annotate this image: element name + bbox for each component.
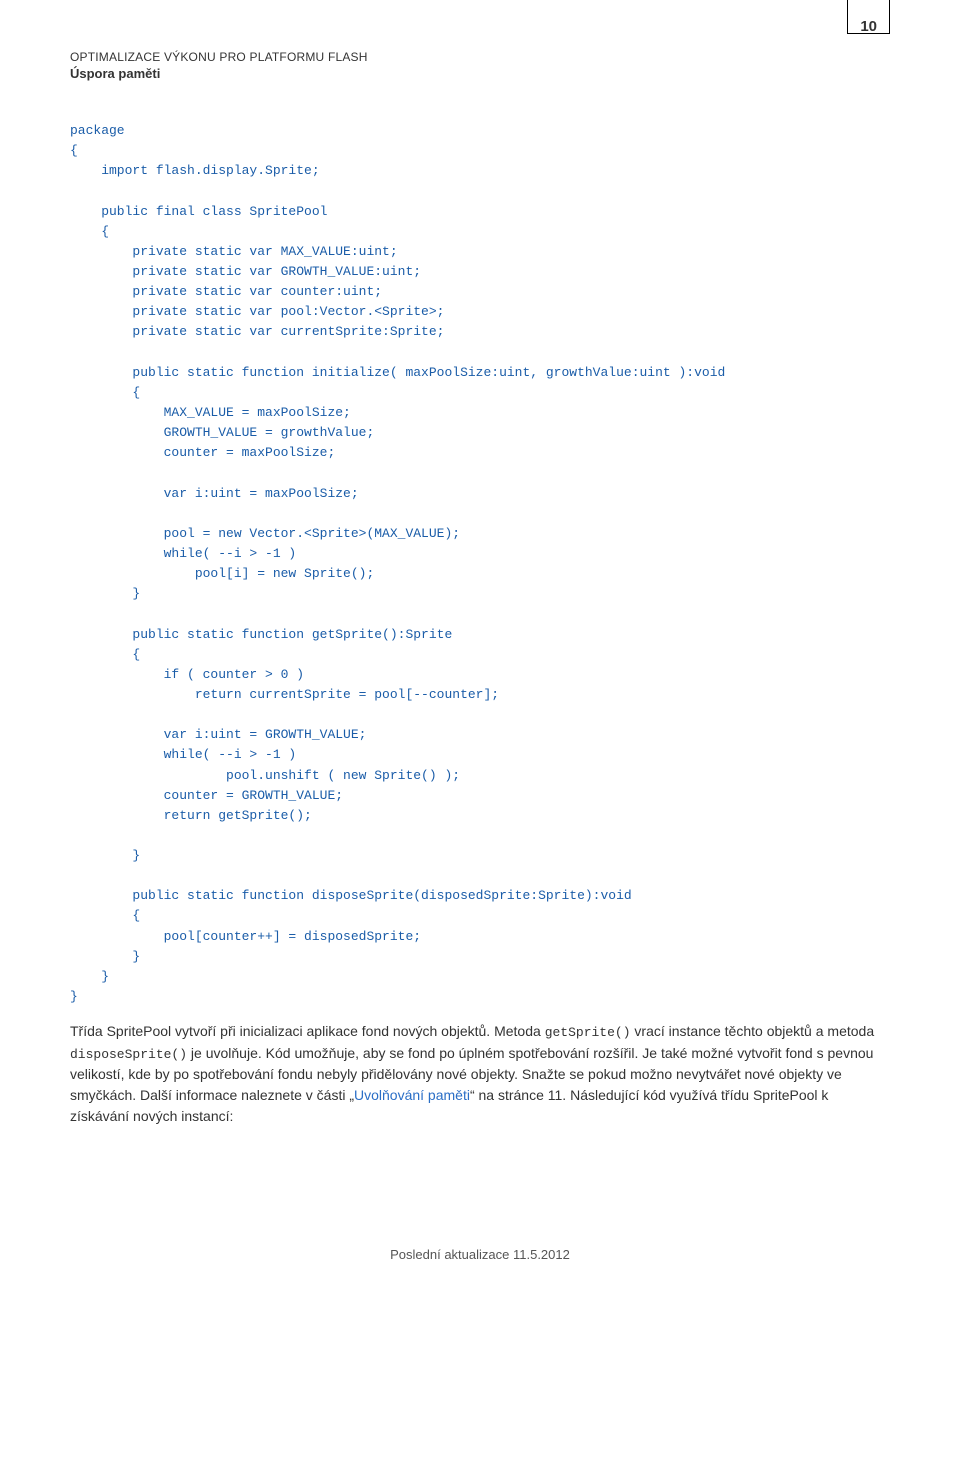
last-updated: Poslední aktualizace 11.5.2012 xyxy=(390,1247,570,1262)
page-number-box: 10 xyxy=(847,0,890,34)
document-page: OPTIMALIZACE VÝKONU PRO PLATFORMU FLASH … xyxy=(0,0,960,1292)
body-text-1a: Třída SpritePool vytvoří při inicializac… xyxy=(70,1023,545,1039)
inline-code-disposesprite: disposeSprite() xyxy=(70,1047,187,1062)
inline-code-getsprite: getSprite() xyxy=(545,1025,631,1040)
page-header: OPTIMALIZACE VÝKONU PRO PLATFORMU FLASH … xyxy=(70,50,890,81)
page-number: 10 xyxy=(860,18,877,35)
code-block: package { import flash.display.Sprite; p… xyxy=(70,121,890,1007)
doc-section: Úspora paměti xyxy=(70,66,847,81)
doc-title: OPTIMALIZACE VÝKONU PRO PLATFORMU FLASH xyxy=(70,50,847,64)
body-text-1b: vrací instance těchto objektů a metoda xyxy=(631,1023,875,1039)
header-left: OPTIMALIZACE VÝKONU PRO PLATFORMU FLASH … xyxy=(70,50,847,81)
cross-ref-link[interactable]: Uvolňování paměti xyxy=(354,1087,470,1103)
page-footer: Poslední aktualizace 11.5.2012 xyxy=(70,1247,890,1262)
body-paragraph: Třída SpritePool vytvoří při inicializac… xyxy=(70,1021,890,1127)
